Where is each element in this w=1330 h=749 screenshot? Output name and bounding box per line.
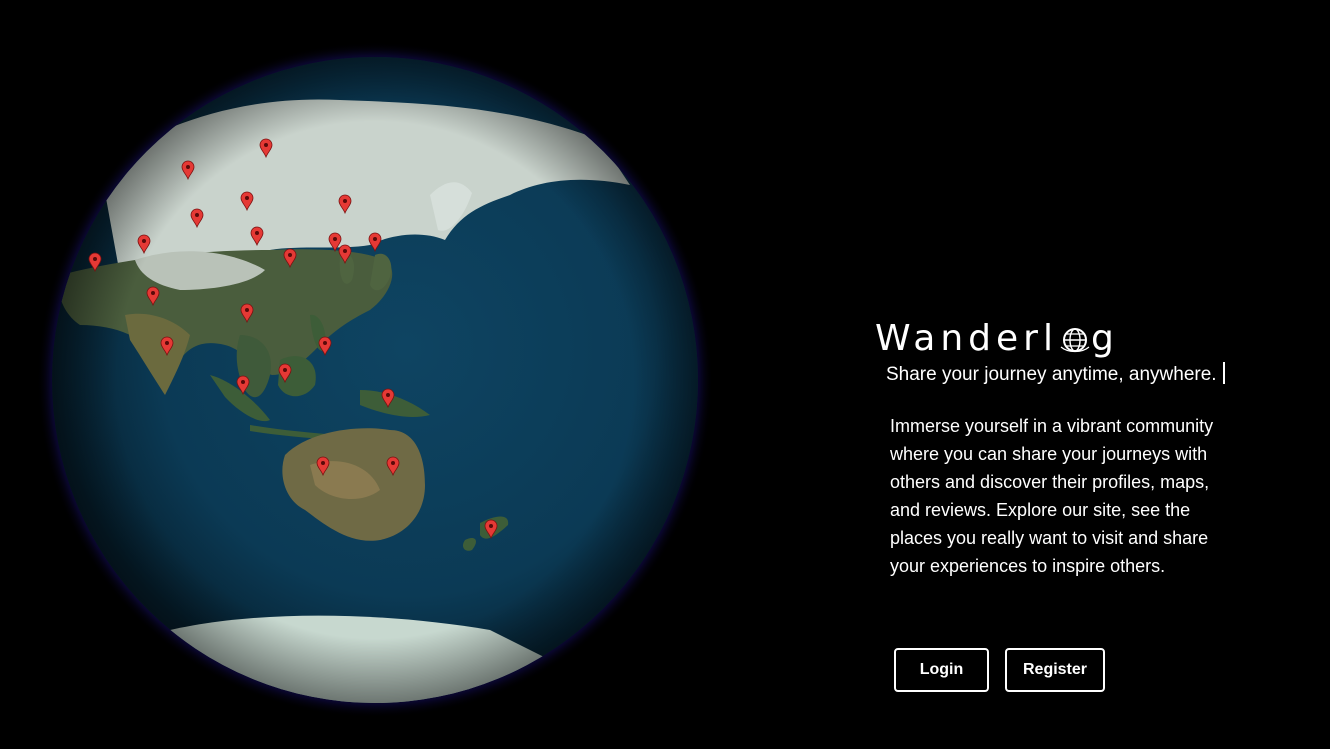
- register-button[interactable]: Register: [1005, 648, 1105, 692]
- tagline-text: Share your journey anytime, anywhere.: [886, 364, 1217, 385]
- tagline: Share your journey anytime, anywhere.: [886, 362, 1225, 387]
- typing-cursor: [1222, 362, 1225, 384]
- landing-page: Wanderl g Share your journey anytime, an…: [0, 0, 1330, 749]
- globe-map[interactable]: [37, 42, 713, 718]
- brand-logo: Wanderl g: [875, 316, 1114, 362]
- intro-description: Immerse yourself in a vibrant community …: [890, 416, 1214, 576]
- login-button[interactable]: Login: [894, 648, 989, 692]
- brand-name: Wanderl: [875, 318, 1058, 359]
- globe-icon: [1060, 328, 1090, 353]
- globe[interactable]: [37, 42, 713, 718]
- brand-name-end: g: [1090, 318, 1114, 359]
